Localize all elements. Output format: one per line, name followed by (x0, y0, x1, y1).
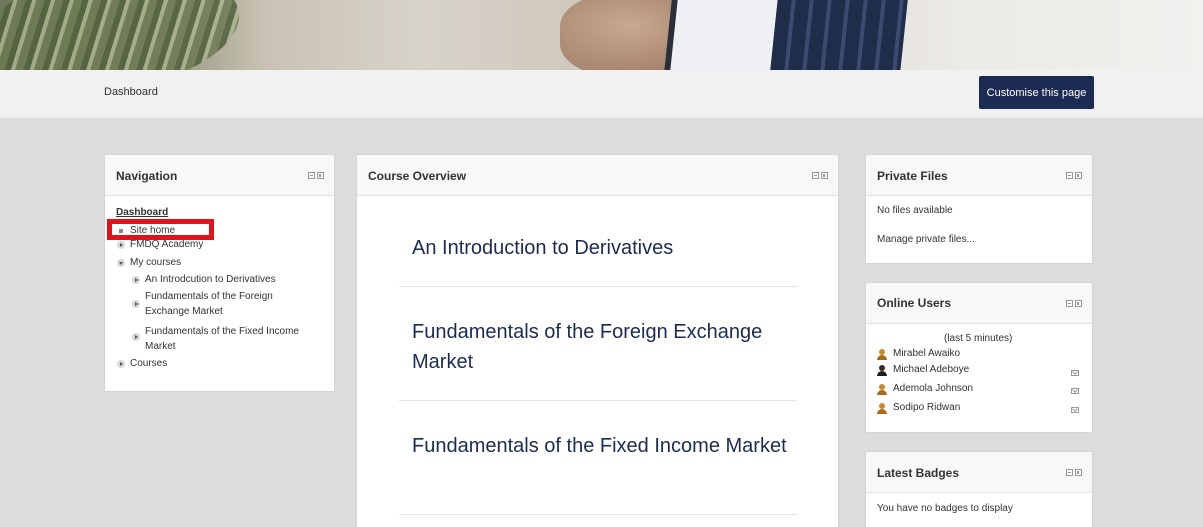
nav-course-fixed-income-line2[interactable]: Market (145, 341, 176, 352)
no-files-text: No files available (877, 205, 953, 216)
banner-building-image (769, 0, 909, 70)
highlight-annotation (107, 219, 214, 240)
collapse-icon[interactable] (812, 172, 819, 179)
customise-page-button[interactable]: Customise this page (979, 76, 1094, 109)
dock-icon[interactable] (1075, 469, 1082, 476)
collapse-arrow-icon[interactable] (117, 259, 125, 267)
nav-fmdq-academy[interactable]: FMDQ Academy (130, 239, 203, 250)
course-link-foreign-exchange[interactable]: Fundamentals of the Foreign Exchange Mar… (412, 317, 802, 377)
block-controls (1066, 469, 1082, 476)
block-controls (812, 172, 828, 179)
banner-leaf-image (0, 0, 248, 70)
user-icon (877, 349, 887, 360)
latest-badges-block: Latest Badges You have no badges to disp… (865, 451, 1093, 527)
private-files-block: Private Files No files available Manage … (865, 154, 1093, 264)
user-icon (877, 365, 887, 376)
dock-icon[interactable] (1075, 172, 1082, 179)
manage-private-files-link[interactable]: Manage private files... (877, 234, 975, 245)
collapse-icon[interactable] (1066, 172, 1073, 179)
expand-arrow-icon[interactable] (132, 276, 140, 284)
online-users-block: Online Users (last 5 minutes) Mirabel Aw… (865, 282, 1093, 433)
message-icon[interactable] (1071, 370, 1079, 376)
expand-arrow-icon[interactable] (117, 241, 125, 249)
message-icon[interactable] (1071, 388, 1079, 394)
user-icon (877, 403, 887, 414)
online-user-name[interactable]: Michael Adeboye (893, 364, 969, 375)
nav-course-fx-line2[interactable]: Exchange Market (145, 306, 223, 317)
expand-arrow-icon[interactable] (117, 360, 125, 368)
message-icon[interactable] (1071, 407, 1079, 413)
online-user-name[interactable]: Mirabel Awaiko (893, 348, 960, 359)
course-overview-header: Course Overview (357, 155, 838, 196)
divider (399, 514, 797, 515)
nav-course-fx-line1[interactable]: Fundamentals of the Foreign (145, 291, 273, 302)
expand-arrow-icon[interactable] (132, 333, 140, 341)
nav-course-derivatives[interactable]: An Introdcution to Derivatives (145, 274, 276, 285)
online-user-name[interactable]: Ademola Johnson (893, 383, 973, 394)
banner-phone-image (663, 0, 909, 70)
collapse-icon[interactable] (1066, 300, 1073, 307)
user-icon (877, 384, 887, 395)
collapse-icon[interactable] (1066, 469, 1073, 476)
online-users-title: Online Users (877, 296, 952, 310)
breadcrumb[interactable]: Dashboard (104, 86, 158, 98)
divider (399, 400, 797, 401)
dock-icon[interactable] (317, 172, 324, 179)
nav-course-fixed-income-line1[interactable]: Fundamentals of the Fixed Income (145, 326, 299, 337)
navigation-block-header: Navigation (105, 155, 334, 196)
course-overview-block: Course Overview An Introduction to Deriv… (356, 154, 839, 527)
online-period-text: (last 5 minutes) (944, 333, 1013, 344)
dock-icon[interactable] (821, 172, 828, 179)
nav-courses[interactable]: Courses (130, 358, 167, 369)
dock-icon[interactable] (1075, 300, 1082, 307)
course-link-fixed-income[interactable]: Fundamentals of the Fixed Income Market (412, 431, 802, 461)
nav-dashboard[interactable]: Dashboard (116, 207, 168, 218)
block-controls (308, 172, 324, 179)
course-link-derivatives[interactable]: An Introduction to Derivatives (412, 233, 802, 263)
block-controls (1066, 172, 1082, 179)
header-banner (0, 0, 1203, 70)
divider (399, 286, 797, 287)
collapse-icon[interactable] (308, 172, 315, 179)
navigation-title: Navigation (116, 169, 178, 183)
online-user-name[interactable]: Sodipo Ridwan (893, 402, 960, 413)
no-badges-text: You have no badges to display (877, 503, 1013, 514)
latest-badges-header: Latest Badges (866, 452, 1092, 493)
private-files-header: Private Files (866, 155, 1092, 196)
expand-arrow-icon[interactable] (132, 300, 140, 308)
nav-my-courses[interactable]: My courses (130, 257, 181, 268)
online-users-header: Online Users (866, 283, 1092, 324)
course-overview-title: Course Overview (368, 169, 467, 183)
private-files-title: Private Files (877, 169, 948, 183)
latest-badges-title: Latest Badges (877, 466, 960, 480)
block-controls (1066, 300, 1082, 307)
navigation-block: Navigation Dashboard Site home FMDQ Acad… (104, 154, 335, 392)
